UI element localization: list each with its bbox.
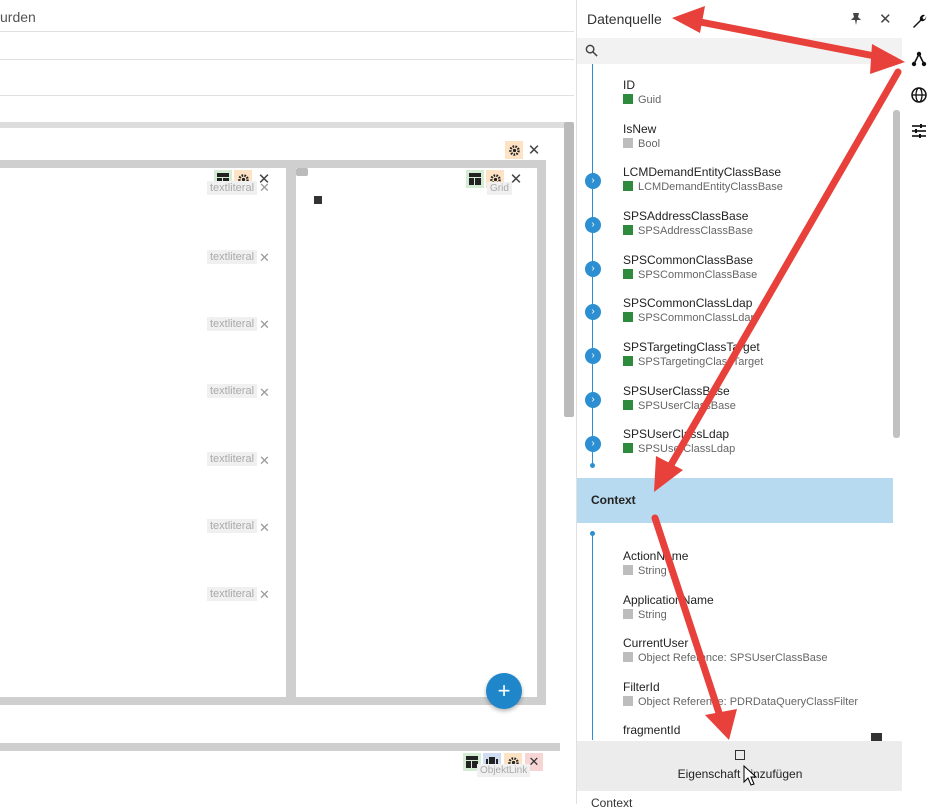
close-icon[interactable]: ✕ [259,587,270,603]
grid-hint: Grid [487,182,512,195]
text-literal-tag[interactable]: textliteral [207,452,258,466]
expand-icon[interactable]: › [585,173,601,189]
item-type: SPSUserClassLdap [623,443,735,455]
item-type: SPSTargetingClassTarget [623,356,763,368]
column-divider [286,168,296,697]
item-name: SPSAddressClassBase [623,209,749,223]
expand-icon[interactable]: › [585,261,601,277]
globe-icon[interactable] [910,86,928,104]
edit-icon [735,750,745,760]
text-literal-tag[interactable]: textliteral [207,250,258,264]
panel-header: Datenquelle ✕ [577,0,903,38]
item-name: SPSCommonClassLdap [623,296,753,310]
text-literal-tag[interactable]: textliteral [207,317,258,331]
expand-icon[interactable]: › [585,217,601,233]
item-name: FilterId [623,680,660,694]
item-type: SPSAddressClassBase [623,225,753,237]
item-name: SPSUserClassLdap [623,427,730,441]
tree-line [592,534,593,740]
datasource-panel: Datenquelle ✕ ID Guid IsNew Bool › LCMDe… [576,0,903,810]
item-name: CurrentUser [623,636,689,650]
text-literal-tag[interactable]: textliteral [207,181,258,195]
item-name: ActionName [623,549,689,563]
lower-row-frame [0,743,560,751]
item-name: SPSCommonClassBase [623,253,754,267]
container-frame [0,122,570,128]
row-frame-right [537,168,546,697]
image-icon [314,196,322,204]
item-type: SPSCommonClassLdap [623,312,757,324]
pin-icon[interactable] [849,12,863,26]
close-icon[interactable]: ✕ [259,520,270,536]
item-type: SPSUserClassBase [623,400,736,412]
tree-dot [590,463,595,468]
close-icon[interactable]: ✕ [525,141,543,159]
text-literal-tag[interactable]: textliteral [207,587,258,601]
item-type: Bool [623,138,660,150]
item-name: SPSTargetingClassTarget [623,340,760,354]
item-type: String [623,609,667,621]
container-scrollbar[interactable] [564,122,574,417]
close-icon[interactable]: ✕ [259,250,270,266]
close-icon[interactable]: ✕ [259,385,270,401]
item-type: Guid [623,94,661,106]
datasource-icon[interactable] [910,50,928,68]
close-icon[interactable]: ✕ [259,317,270,333]
item-type: String [623,565,667,577]
expand-icon[interactable]: › [585,304,601,320]
object-link-hint: ObjektLink [477,764,531,777]
item-name: SPSUserClassBase [623,384,730,398]
item-type: LCMDemandEntityClassBase [623,181,783,193]
search-input[interactable] [577,38,903,64]
item-type: Object Reference: SPSUserClassBase [623,652,828,664]
wrench-icon[interactable] [910,12,928,30]
close-icon[interactable]: ✕ [879,10,892,28]
item-name: ID [623,78,635,92]
expand-icon[interactable]: › [585,392,601,408]
item-type: SPSCommonClassBase [623,269,757,281]
context-label: Context [591,493,636,507]
layout-canvas: ✕ ✕ ✕ Grid textliteral ✕ textliteral ✕ t… [0,122,574,804]
item-type: Object Reference: PDRDataQueryClassFilte… [623,696,858,708]
close-icon[interactable]: ✕ [259,453,270,469]
close-icon[interactable]: ✕ [259,180,270,196]
form-field-row[interactable] [0,32,574,60]
expand-icon[interactable]: › [585,436,601,452]
add-property-label: Eigenschaft hinzufügen [677,767,803,781]
form-title-fragment: urden [0,9,36,25]
panel-title: Datenquelle [587,11,662,27]
item-name: ApplicationName [623,593,714,607]
search-icon [585,44,598,57]
text-literal-tag[interactable]: textliteral [207,519,258,533]
row-frame-bottom [0,697,546,705]
context-label: Context [591,796,633,810]
panel-scrollbar[interactable] [893,110,900,438]
text-literal-tag[interactable]: textliteral [207,384,258,398]
context-node[interactable]: Context [577,478,893,523]
item-name: fragmentId [623,723,681,737]
form-field-row[interactable] [0,60,574,96]
gear-icon[interactable] [505,141,523,159]
layout-icon[interactable] [466,170,484,188]
add-property-button[interactable]: Eigenschaft hinzufügen [577,741,903,791]
drag-handle-icon[interactable] [296,168,308,176]
side-toolbar [902,0,936,804]
mouse-cursor [743,765,757,786]
item-name: LCMDemandEntityClassBase [623,165,782,179]
sliders-icon[interactable] [910,122,928,140]
add-element-button[interactable]: + [486,673,522,709]
form-title-row[interactable]: urden [0,0,574,32]
item-name: IsNew [623,122,657,136]
expand-icon[interactable]: › [585,348,601,364]
row-frame-top [0,160,546,168]
